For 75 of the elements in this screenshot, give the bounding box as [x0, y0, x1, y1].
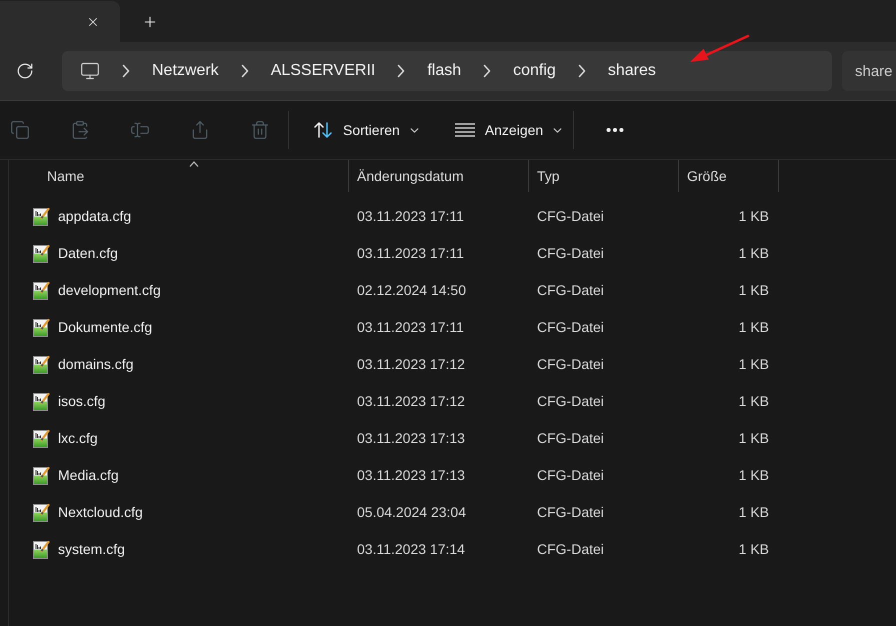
file-icon: [33, 466, 50, 485]
file-name[interactable]: appdata.cfg: [58, 206, 132, 227]
modified-date: 03.11.2023 17:14: [357, 541, 465, 557]
file-size: 1 KB: [738, 503, 769, 522]
chevron-right-icon[interactable]: [122, 64, 130, 78]
file-icon: [33, 244, 50, 263]
file-icon: [33, 503, 50, 522]
modified-date: 03.11.2023 17:11: [357, 245, 464, 261]
caret-down-icon: [553, 128, 562, 132]
column-header[interactable]: Änderungsdatum: [349, 160, 529, 192]
address-bar[interactable]: Netzwerk ALSSERVERII flash config shares: [62, 51, 832, 91]
modified-date: 03.11.2023 17:13: [357, 467, 465, 483]
modified-date: 02.12.2024 14:50: [357, 282, 466, 298]
file-icon: [33, 207, 50, 226]
modified-date: 05.04.2024 23:04: [357, 504, 466, 520]
sort-menu-button[interactable]: Sortieren: [305, 112, 427, 148]
file-size: 1 KB: [738, 466, 769, 485]
view-menu-button[interactable]: Anzeigen: [446, 112, 570, 148]
file-type: CFG-Datei: [537, 245, 604, 261]
chevron-right-icon[interactable]: [240, 64, 249, 78]
file-name[interactable]: isos.cfg: [58, 391, 106, 412]
breadcrumb-item[interactable]: ALSSERVERII: [270, 59, 376, 83]
modified-date: 03.11.2023 17:13: [357, 430, 465, 446]
file-name[interactable]: Dokumente.cfg: [58, 317, 152, 338]
chevron-right-icon[interactable]: [578, 64, 586, 78]
file-size: 1 KB: [738, 429, 769, 448]
file-name[interactable]: development.cfg: [58, 280, 161, 301]
file-name[interactable]: Daten.cfg: [58, 243, 118, 264]
modified-date: 03.11.2023 17:12: [357, 393, 465, 409]
file-name[interactable]: lxc.cfg: [58, 428, 98, 449]
modified-date: 03.11.2023 17:11: [357, 319, 464, 335]
sort-arrows-icon: [313, 120, 333, 140]
search-field[interactable]: share: [842, 51, 896, 91]
file-type: CFG-Datei: [537, 504, 604, 520]
breadcrumb-item[interactable]: config: [513, 59, 556, 83]
file-name[interactable]: domains.cfg: [58, 354, 134, 375]
breadcrumb-item[interactable]: flash: [427, 59, 462, 83]
file-type: CFG-Datei: [537, 541, 604, 557]
file-type: CFG-Datei: [537, 208, 604, 224]
file-size: 1 KB: [738, 207, 769, 226]
caret-down-icon: [410, 128, 419, 132]
column-header[interactable]: Größe: [679, 160, 779, 192]
file-icon: [33, 318, 50, 337]
file-icon: [33, 392, 50, 411]
file-type: CFG-Datei: [537, 356, 604, 372]
column-header[interactable]: Typ: [529, 160, 679, 192]
file-icon: [33, 355, 50, 374]
file-name[interactable]: system.cfg: [58, 539, 125, 560]
file-type: CFG-Datei: [537, 467, 604, 483]
file-size: 1 KB: [738, 540, 769, 559]
file-size: 1 KB: [738, 318, 769, 337]
refresh-icon[interactable]: [16, 62, 34, 80]
sort-caret-icon: [189, 161, 199, 167]
file-icon: [33, 281, 50, 300]
modified-date: 03.11.2023 17:12: [357, 356, 465, 372]
breadcrumb-item[interactable]: Netzwerk: [152, 59, 219, 83]
modified-date: 03.11.2023 17:11: [357, 208, 464, 224]
file-type: CFG-Datei: [537, 282, 604, 298]
file-size: 1 KB: [738, 392, 769, 411]
computer-icon[interactable]: [80, 61, 100, 81]
file-size: 1 KB: [738, 355, 769, 374]
file-name[interactable]: Media.cfg: [58, 465, 119, 486]
file-icon: [33, 429, 50, 448]
chevron-right-icon[interactable]: [483, 64, 492, 78]
file-type: CFG-Datei: [537, 319, 604, 335]
file-size: 1 KB: [738, 281, 769, 300]
file-type: CFG-Datei: [537, 393, 604, 409]
file-icon: [33, 540, 50, 559]
list-view-icon: [454, 122, 475, 138]
chevron-right-icon[interactable]: [397, 64, 406, 78]
file-size: 1 KB: [738, 244, 769, 263]
column-header[interactable]: Name: [40, 160, 349, 192]
file-name[interactable]: Nextcloud.cfg: [58, 502, 143, 523]
file-type: CFG-Datei: [537, 430, 604, 446]
breadcrumb-item[interactable]: shares: [608, 59, 656, 83]
